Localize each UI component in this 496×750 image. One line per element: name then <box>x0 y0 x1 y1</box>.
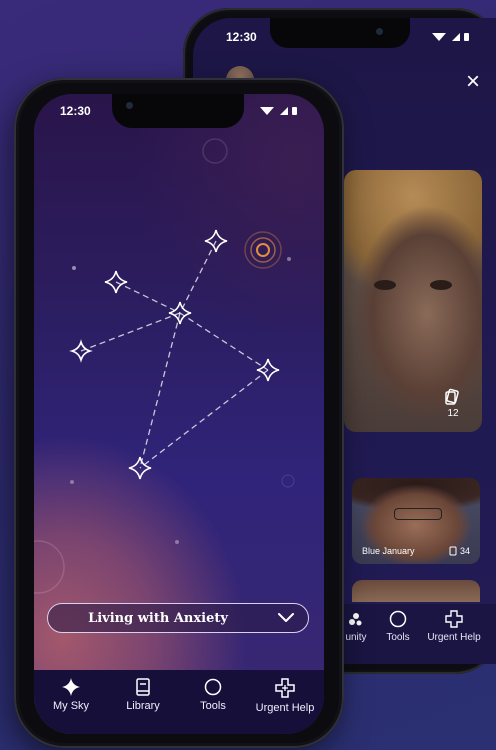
nav-label: Urgent Help <box>255 702 315 714</box>
video-face-detail <box>374 280 396 290</box>
back-phone-notch <box>270 18 410 48</box>
constellation <box>34 138 295 594</box>
camera-icon <box>126 102 133 109</box>
nav-label: Tools <box>200 700 226 712</box>
dropdown-selected: Living with Anxiety <box>88 611 228 626</box>
nav-label: Library <box>126 700 160 712</box>
nav-label: Tools <box>386 632 410 643</box>
cards-icon <box>449 546 457 556</box>
close-button[interactable]: × <box>466 70 480 94</box>
community-icon <box>349 613 362 626</box>
nav-label: My Sky <box>52 700 90 712</box>
video-small-count: 34 <box>460 546 471 556</box>
battery-icon <box>464 33 469 41</box>
book-icon <box>136 678 150 696</box>
wifi-icon <box>260 107 274 115</box>
video-glasses-detail <box>394 508 442 520</box>
star-dot-icon <box>175 540 179 544</box>
nav-item-urgent-help[interactable]: Urgent Help <box>422 610 486 643</box>
cross-icon <box>275 678 295 698</box>
nav-item-my-sky[interactable]: My Sky <box>36 678 106 712</box>
signal-icon <box>280 107 288 115</box>
video-face-detail <box>430 280 452 290</box>
nav-item-tools[interactable]: Tools <box>380 610 416 643</box>
status-icons <box>260 107 297 115</box>
camera-icon <box>376 28 383 35</box>
back-bottom-nav: unity Tools Urgent Help <box>330 604 496 664</box>
back-status-time: 12:30 <box>226 30 257 44</box>
topic-dropdown[interactable]: Living with Anxiety <box>47 603 309 633</box>
nav-label: unity <box>345 632 367 643</box>
star-dot-icon <box>287 257 291 261</box>
star-dot-icon <box>72 266 76 270</box>
decor-circle-icon <box>202 138 228 164</box>
target-ring-icon <box>244 231 282 269</box>
wifi-icon <box>432 33 446 41</box>
nav-item-urgent-help[interactable]: Urgent Help <box>250 678 320 714</box>
decor-circle-icon <box>34 540 65 594</box>
status-icons <box>432 33 469 41</box>
front-status-time: 12:30 <box>60 104 91 118</box>
constellation-lines <box>80 240 269 469</box>
video-small-name: Blue January <box>362 546 415 556</box>
video-tile-blue-january[interactable]: Blue January 34 <box>352 478 480 564</box>
video-tile-main[interactable]: 12 <box>344 170 482 432</box>
nav-item-library[interactable]: Library <box>108 678 178 712</box>
front-phone-screen <box>34 94 324 734</box>
cards-icon <box>445 388 459 405</box>
battery-icon <box>292 107 297 115</box>
circle-icon <box>204 678 222 696</box>
front-bottom-nav: My Sky Library Tools Urgent Help <box>34 670 324 734</box>
nav-item-tools[interactable]: Tools <box>178 678 248 712</box>
constellation-stars <box>69 229 280 480</box>
video-tile-partial[interactable] <box>352 580 480 602</box>
cross-icon <box>445 610 463 628</box>
video-main-count: 12 <box>447 408 459 419</box>
chevron-down-icon <box>278 613 294 622</box>
circle-icon <box>389 610 407 628</box>
decor-circle-icon <box>281 474 295 488</box>
star-dot-icon <box>70 480 74 484</box>
sparkle-icon <box>62 678 80 696</box>
signal-icon <box>452 33 460 41</box>
front-phone-notch <box>112 94 244 128</box>
nav-label: Urgent Help <box>427 632 481 643</box>
